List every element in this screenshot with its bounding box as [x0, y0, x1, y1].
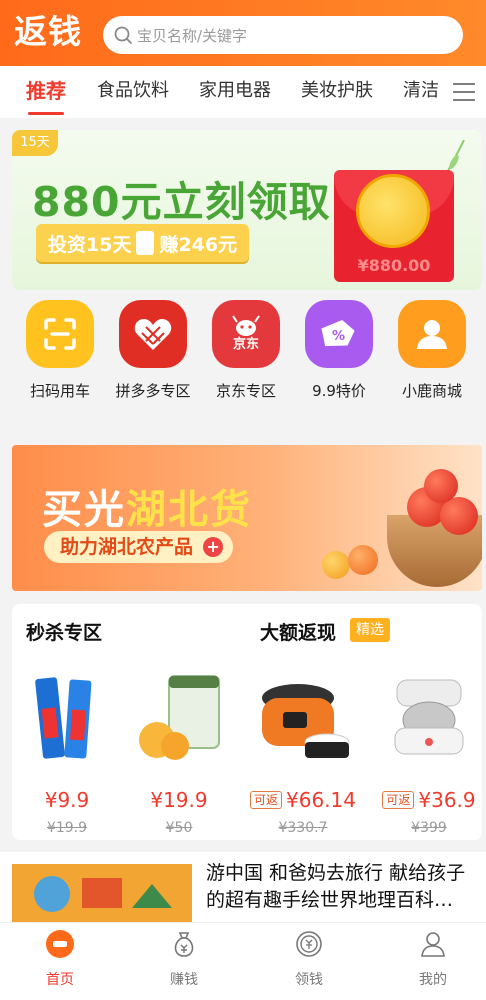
orange-icon — [348, 545, 378, 575]
flash-sale-title[interactable]: 秒杀专区 — [26, 618, 102, 645]
coin-icon — [296, 931, 322, 957]
days-badge: 15天 — [12, 130, 58, 156]
hubei-banner-title: 买光湖北货 — [42, 477, 252, 535]
gold-coin-icon — [356, 174, 430, 248]
rebate-badge: 可返 — [382, 791, 415, 809]
banner-invest-pill: 投资15天 赚246元 — [36, 224, 250, 262]
app-logo[interactable]: 返钱 — [14, 10, 82, 54]
subtitle-text: 助力湖北农产品 — [60, 536, 194, 558]
tomato-icon — [440, 497, 478, 535]
nav-profile[interactable]: 我的 — [393, 929, 473, 989]
envelope-amount: ¥880.00 — [357, 256, 431, 275]
bottom-navigation: 首页 赚钱 领钱 我的 — [0, 922, 486, 1000]
pinduoduo-icon — [119, 300, 187, 368]
product-old-price: ¥330.7 — [278, 820, 328, 836]
tab-beauty[interactable]: 美妆护肤 — [301, 66, 373, 118]
money-bag-icon — [174, 932, 194, 957]
category-tabs: 推荐 食品饮料 家用电器 美妆护肤 清洁 — [0, 66, 486, 118]
product-price: ¥19.9 — [150, 788, 208, 812]
quick-entry-scan-ride[interactable]: 扫码用车 — [15, 300, 105, 401]
quick-entry-label: 9.9特价 — [312, 382, 366, 400]
product-card-rice-cooker[interactable]: 可返 ¥66.14 ¥330.7 — [248, 668, 358, 836]
title-part-b: 湖北货 — [126, 487, 252, 533]
featured-tag: 精选 — [350, 618, 390, 642]
menu-icon — [453, 83, 475, 101]
pill-right-text: 赚246元 — [159, 233, 238, 256]
promo-banner-hubei[interactable]: 买光湖北货 助力湖北农产品 + — [12, 445, 482, 591]
product-card-stand-mixer[interactable]: 可返 ¥36.9 ¥399 — [374, 668, 484, 836]
canned-peach-image — [139, 675, 220, 760]
search-bar[interactable]: 宝贝名称/关键字 — [103, 16, 463, 54]
quick-entry-jd[interactable]: 京东 京东专区 — [201, 300, 291, 401]
heart-plus-icon: + — [203, 537, 224, 557]
product-old-price: ¥50 — [165, 820, 193, 836]
rice-cooker-image — [262, 684, 350, 758]
article-card[interactable]: 游中国 和爸妈去旅行 献给孩子的超有趣手绘世界地理百科… — [0, 852, 486, 924]
profile-icon — [421, 932, 445, 957]
nav-collect[interactable]: 领钱 — [269, 929, 349, 989]
deals-section: 秒杀专区 大额返现 精选 ¥9.9 ¥19.9 ¥19.9 ¥50 可返 ¥66… — [12, 604, 482, 840]
product-old-price: ¥19.9 — [46, 820, 88, 836]
hubei-banner-subtitle: 助力湖北农产品 + — [44, 531, 234, 563]
price-row: 可返 ¥66.14 — [248, 788, 358, 812]
quick-entry-deer-mall[interactable]: 小鹿商城 — [387, 300, 477, 401]
tab-home-appliances[interactable]: 家用电器 — [199, 66, 271, 118]
price-row: 可返 ¥36.9 — [374, 788, 484, 812]
banner-title: 880元立刻领取 — [32, 178, 331, 226]
price-row: ¥9.9 — [12, 788, 122, 812]
top-header: 返钱 宝贝名称/关键字 — [0, 0, 486, 66]
product-price: ¥9.9 — [44, 788, 90, 812]
stand-mixer-image — [394, 679, 464, 755]
jd-icon: 京东 — [212, 300, 280, 368]
product-old-price: ¥399 — [411, 820, 447, 836]
nav-earn[interactable]: 赚钱 — [144, 929, 224, 989]
rebate-badge: 可返 — [250, 791, 283, 809]
article-title: 游中国 和爸妈去旅行 献给孩子的超有趣手绘世界地理百科… — [206, 862, 466, 911]
product-price: ¥66.14 — [286, 788, 356, 812]
active-tab-indicator — [28, 112, 64, 115]
pill-left-text: 投资15天 — [48, 233, 132, 256]
pill-divider — [136, 231, 155, 255]
user-group-icon — [398, 300, 466, 368]
nav-home[interactable]: 首页 — [20, 929, 100, 989]
product-card-peach-can[interactable]: ¥19.9 ¥50 — [124, 668, 234, 836]
orange-icon — [322, 551, 350, 579]
nav-label: 我的 — [419, 972, 447, 988]
quick-entry-label: 扫码用车 — [29, 382, 90, 400]
app-screen: 返钱 宝贝名称/关键字 推荐 食品饮料 家用电器 美妆护肤 清洁 15天 880… — [0, 0, 486, 1000]
quick-entry-label: 拼多多专区 — [115, 382, 191, 400]
big-cashback-title[interactable]: 大额返现 — [260, 618, 336, 645]
nav-label: 赚钱 — [170, 972, 198, 988]
nav-label: 首页 — [46, 972, 74, 988]
product-price: ¥36.9 — [418, 788, 476, 812]
home-logo-icon — [46, 930, 74, 958]
search-placeholder: 宝贝名称/关键字 — [137, 26, 248, 45]
book-cover-image — [12, 864, 192, 924]
quick-entry-pinduoduo[interactable]: 拼多多专区 — [108, 300, 198, 401]
nav-label: 领钱 — [295, 972, 323, 988]
toothpaste-image — [35, 677, 92, 759]
title-part-a: 买光 — [42, 487, 126, 533]
quick-entry-label: 京东专区 — [215, 382, 276, 400]
price-row: ¥19.9 — [124, 788, 234, 812]
jd-logo-text: 京东 — [232, 337, 259, 352]
tab-food-drinks[interactable]: 食品饮料 — [97, 66, 169, 118]
svg-text:%: % — [332, 329, 345, 344]
tab-cleaning[interactable]: 清洁 — [403, 66, 439, 118]
red-envelope: ¥880.00 — [334, 170, 454, 282]
quick-entry-row: 扫码用车 拼多多专区 京东 京东专区 % 9.9特价 小鹿商城 — [0, 300, 486, 420]
discount-tag-icon: % — [305, 300, 373, 368]
promo-banner-880[interactable]: 15天 880元立刻领取 投资15天 赚246元 ¥880.00 — [12, 130, 482, 290]
quick-entry-9-9[interactable]: % 9.9特价 — [294, 300, 384, 401]
scan-icon — [26, 300, 94, 368]
tomato-icon — [424, 469, 458, 503]
product-card-toothpaste[interactable]: ¥9.9 ¥19.9 — [12, 668, 122, 836]
search-icon — [114, 26, 132, 44]
tab-recommend[interactable]: 推荐 — [26, 66, 66, 118]
category-menu-button[interactable] — [442, 66, 486, 118]
quick-entry-label: 小鹿商城 — [401, 382, 462, 400]
